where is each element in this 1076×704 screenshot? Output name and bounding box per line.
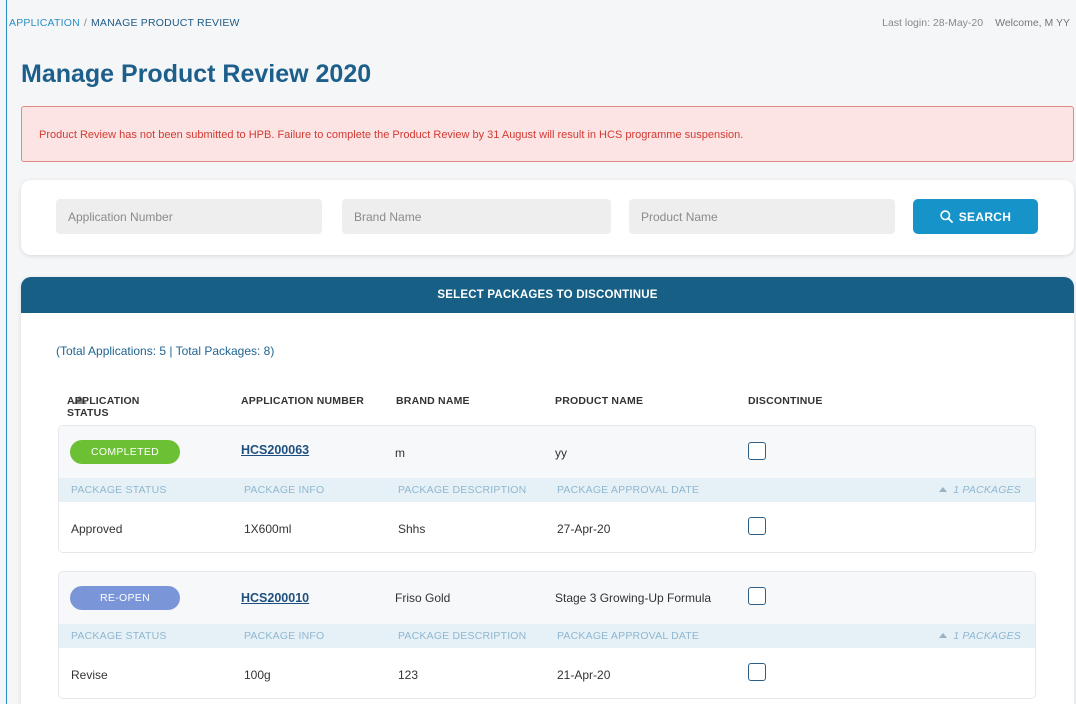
application-number-link[interactable]: HCS200010: [241, 591, 309, 605]
application-number-link[interactable]: HCS200063: [241, 443, 309, 457]
package-count-toggle[interactable]: 1 PACKAGES: [939, 630, 1021, 642]
results-header: SELECT PACKAGES TO DISCONTINUE: [21, 277, 1074, 313]
product-name: yy: [555, 446, 567, 460]
user-info: Last login: 28-May-20 Welcome, M YY: [882, 17, 1070, 29]
last-login: Last login: 28-May-20: [882, 17, 984, 29]
results-totals: (Total Applications: 5 | Total Packages:…: [56, 344, 275, 358]
package-approval-date: 27-Apr-20: [557, 522, 611, 536]
package-description: Shhs: [398, 522, 426, 536]
brand-name-input[interactable]: [342, 199, 611, 234]
package-header: PACKAGE STATUS PACKAGE INFO PACKAGE DESC…: [59, 624, 1035, 648]
package-count: 1 PACKAGES: [953, 630, 1021, 642]
package-count-toggle[interactable]: 1 PACKAGES: [939, 484, 1021, 496]
package-status: Revise: [71, 668, 108, 682]
breadcrumb-separator: /: [83, 17, 87, 29]
package-row: Revise 100g 123 21-Apr-20: [59, 648, 1035, 698]
package-description-heading: PACKAGE DESCRIPTION: [398, 484, 527, 496]
application-row: RE-OPEN HCS200010 Friso Gold Stage 3 Gro…: [59, 572, 1035, 624]
package-header: PACKAGE STATUS PACKAGE INFO PACKAGE DESC…: [59, 478, 1035, 502]
application-card: RE-OPEN HCS200010 Friso Gold Stage 3 Gro…: [58, 571, 1036, 699]
collapse-icon: [939, 487, 948, 492]
breadcrumb: APPLICATION / MANAGE PRODUCT REVIEW: [9, 17, 240, 29]
brand-name: Friso Gold: [395, 591, 451, 605]
breadcrumb-current: MANAGE PRODUCT REVIEW: [90, 17, 240, 29]
package-info-heading: PACKAGE INFO: [244, 630, 325, 642]
top-bar: APPLICATION / MANAGE PRODUCT REVIEW Last l…: [7, 0, 1076, 40]
welcome-user[interactable]: Welcome, M YY: [995, 17, 1070, 29]
discontinue-package-checkbox[interactable]: [748, 517, 766, 535]
package-approval-date-heading: PACKAGE APPROVAL DATE: [557, 484, 700, 496]
column-product-name: PRODUCT NAME: [555, 395, 644, 407]
discontinue-package-checkbox[interactable]: [748, 663, 766, 681]
breadcrumb-application[interactable]: APPLICATION: [9, 17, 80, 29]
collapse-icon: [939, 633, 948, 638]
search-button[interactable]: SEARCH: [913, 199, 1038, 234]
package-description-heading: PACKAGE DESCRIPTION: [398, 630, 527, 642]
column-application-status-label: APPLICATION STATUS: [67, 395, 140, 419]
brand-name: m: [395, 446, 405, 460]
column-application-number: APPLICATION NUMBER: [241, 395, 364, 407]
search-icon: [940, 210, 953, 223]
package-approval-date-heading: PACKAGE APPROVAL DATE: [557, 630, 700, 642]
warning-alert: Product Review has not been submitted to…: [21, 106, 1074, 162]
package-info: 100g: [244, 668, 271, 682]
package-row: Approved 1X600ml Shhs 27-Apr-20: [59, 502, 1035, 552]
page-title: Manage Product Review 2020: [21, 60, 372, 88]
application-card: COMPLETED HCS200063 m yy PACKAGE STATUS …: [58, 425, 1036, 553]
column-application-status[interactable]: APPLICATION STATUS: [67, 395, 139, 419]
alert-text: Product Review has not been submitted to…: [39, 129, 744, 141]
discontinue-application-checkbox[interactable]: [748, 442, 766, 460]
package-status-heading: PACKAGE STATUS: [71, 484, 167, 496]
package-count: 1 PACKAGES: [953, 484, 1021, 496]
column-discontinue: DISCONTINUE: [748, 395, 823, 407]
discontinue-application-checkbox[interactable]: [748, 587, 766, 605]
status-badge: COMPLETED: [70, 440, 180, 464]
package-description: 123: [398, 668, 419, 682]
package-info-heading: PACKAGE INFO: [244, 484, 325, 496]
package-info: 1X600ml: [244, 522, 292, 536]
search-panel: SEARCH: [21, 180, 1074, 255]
results-panel: SELECT PACKAGES TO DISCONTINUE (Total Ap…: [21, 277, 1074, 704]
product-name: Stage 3 Growing-Up Formula: [555, 591, 712, 605]
column-brand-name: BRAND NAME: [396, 395, 470, 407]
package-approval-date: 21-Apr-20: [557, 668, 611, 682]
application-number-input[interactable]: [56, 199, 322, 234]
package-status: Approved: [71, 522, 123, 536]
application-row: COMPLETED HCS200063 m yy: [59, 426, 1035, 478]
app-frame: APPLICATION / MANAGE PRODUCT REVIEW Last l…: [6, 0, 1076, 704]
package-status-heading: PACKAGE STATUS: [71, 630, 167, 642]
search-button-label: SEARCH: [958, 209, 1012, 224]
product-name-input[interactable]: [629, 199, 895, 234]
status-badge: RE-OPEN: [70, 586, 180, 610]
